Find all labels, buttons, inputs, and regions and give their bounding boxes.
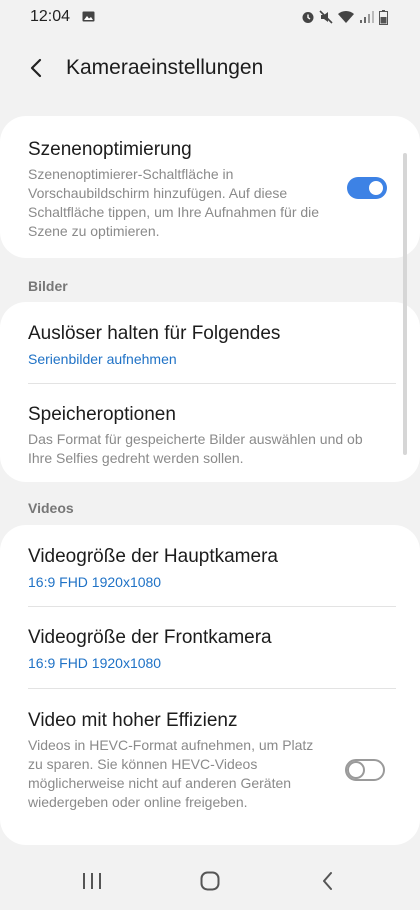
videos-card: Videogröße der Hauptkamera 16:9 FHD 1920… (0, 525, 420, 845)
mute-icon (319, 10, 333, 24)
item-value: 16:9 FHD 1920x1080 (28, 574, 162, 590)
scene-optimizer-description: Szenenoptimierer-Schaltfläche in Vorscha… (28, 166, 320, 239)
scene-optimizer-card: Szenenoptimierung Szenenoptimierer-Schal… (0, 116, 420, 258)
item-value: 16:9 FHD 1920x1080 (28, 655, 162, 671)
item-title: Speicheroptionen (28, 404, 176, 425)
scene-optimizer-title: Szenenoptimierung (28, 139, 192, 160)
toggle-knob (347, 761, 365, 779)
item-title: Video mit hoher Effizienz (28, 710, 238, 731)
item-title: Videogröße der Frontkamera (28, 627, 272, 648)
list-item-front-camera-video-size[interactable]: Videogröße der Frontkamera 16:9 FHD 1920… (28, 626, 392, 673)
status-time: 12:04 (30, 8, 71, 25)
home-icon[interactable] (198, 870, 222, 892)
alarm-icon (302, 12, 314, 23)
section-header-videos: Videos (28, 500, 74, 516)
list-item-main-camera-video-size[interactable]: Videogröße der Hauptkamera 16:9 FHD 1920… (28, 545, 392, 592)
item-description: Das Format für gespeicherte Bilder auswä… (28, 431, 363, 466)
recent-apps-icon[interactable] (80, 870, 104, 892)
scene-optimizer-toggle[interactable] (347, 177, 387, 199)
status-icons (301, 8, 388, 26)
divider (28, 606, 396, 607)
list-item-hevc[interactable]: Video mit hoher Effizienz Videos in HEVC… (28, 709, 314, 812)
list-item-burst[interactable]: Auslöser halten für Folgendes Serienbild… (28, 322, 392, 369)
divider (28, 383, 396, 384)
battery-icon (379, 9, 388, 25)
signal-icon (360, 11, 374, 23)
item-value: Serienbilder aufnehmen (28, 351, 177, 367)
toggle-knob (367, 179, 385, 197)
item-title: Videogröße der Hauptkamera (28, 546, 278, 567)
back-icon[interactable] (316, 870, 340, 892)
scrollbar[interactable] (403, 153, 407, 455)
wifi-icon (338, 10, 354, 23)
app-header: Kameraeinstellungen (0, 50, 420, 86)
image-icon (82, 11, 95, 22)
status-bar: 12:04 (0, 0, 420, 34)
section-header-bilder: Bilder (28, 278, 68, 294)
divider (28, 688, 396, 689)
bilder-card: Auslöser halten für Folgendes Serienbild… (0, 302, 420, 482)
navigation-bar (0, 852, 420, 910)
hevc-toggle[interactable] (345, 759, 385, 781)
list-item-storage-options[interactable]: Speicheroptionen Das Format für gespeich… (28, 403, 380, 468)
page-title: Kameraeinstellungen (66, 56, 264, 79)
item-description: Videos in HEVC-Format aufnehmen, um Plat… (28, 737, 314, 810)
back-arrow-icon[interactable] (24, 52, 52, 84)
scene-optimizer-item[interactable]: Szenenoptimierung Szenenoptimierer-Schal… (28, 138, 340, 241)
item-title: Auslöser halten für Folgendes (28, 323, 281, 344)
